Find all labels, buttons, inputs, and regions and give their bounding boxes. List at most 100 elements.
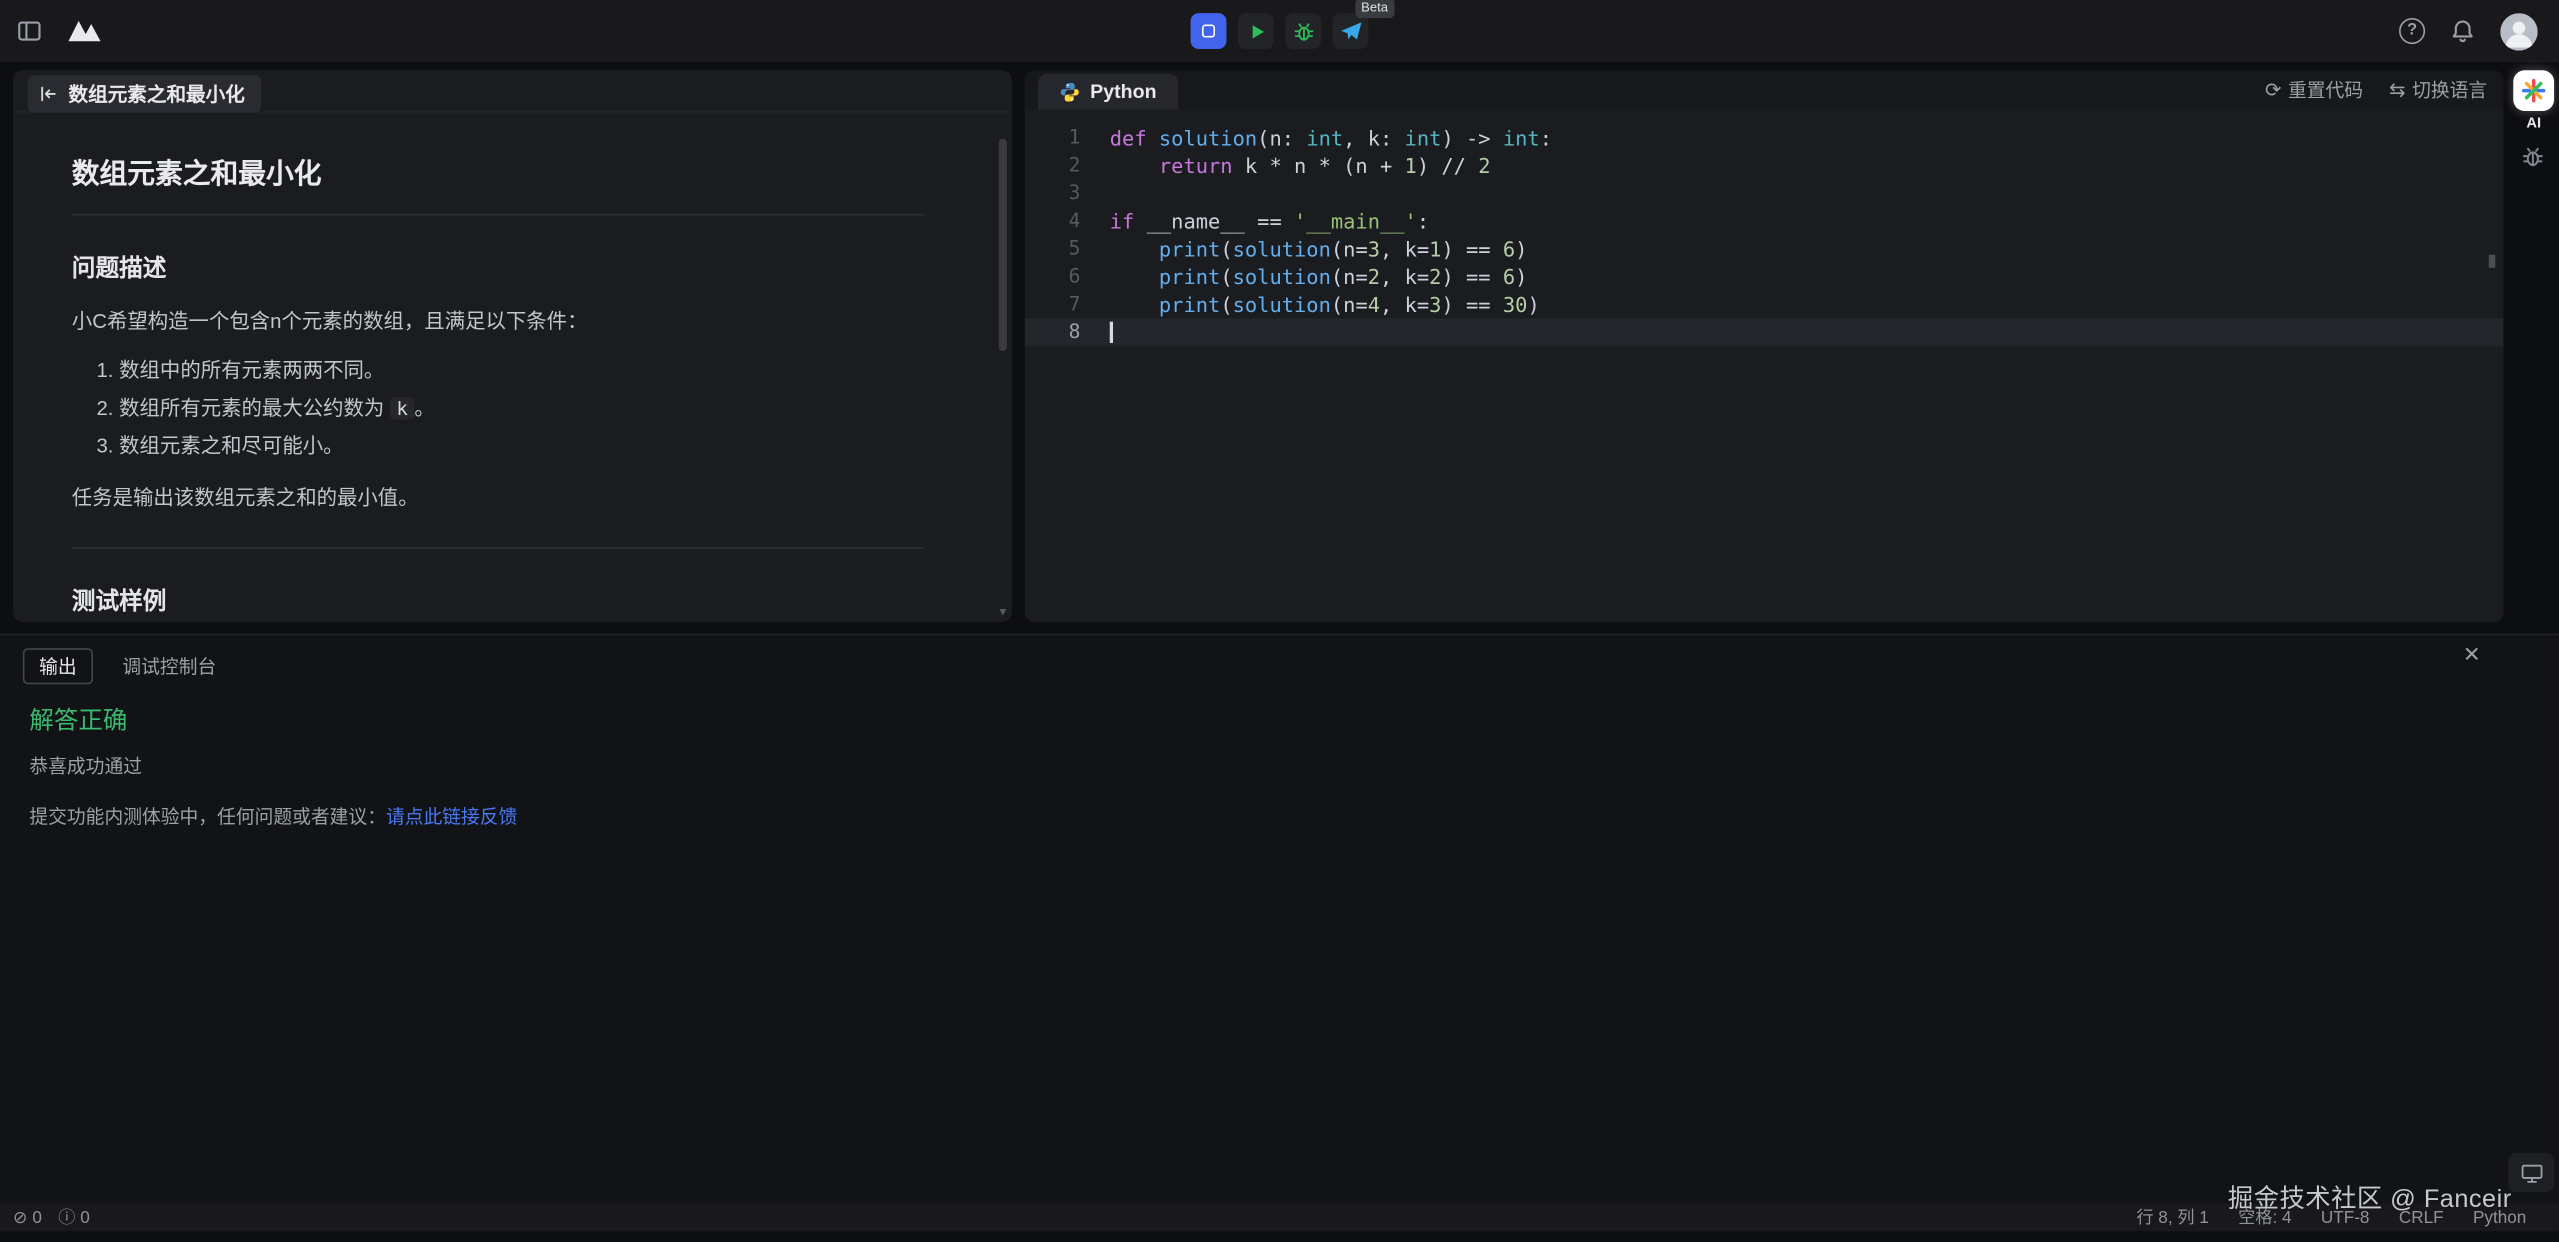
problems-errors[interactable]: ⊘ 0 xyxy=(13,1208,42,1228)
refresh-icon: ⟳ xyxy=(2265,80,2281,100)
problem-list: 数组中的所有元素两两不同。数组所有元素的最大公约数为 k。数组元素之和尽可能小。 xyxy=(72,356,924,461)
list-item: 数组所有元素的最大公约数为 k。 xyxy=(119,393,924,423)
console-panel: 输出 调试控制台 ✕ 解答正确 恭喜成功通过 提交功能内测体验中，任何问题或者建… xyxy=(0,634,2559,1204)
run-button[interactable] xyxy=(1238,13,1274,49)
ai-assistant-button[interactable]: AI xyxy=(2512,70,2556,130)
inline-code: k xyxy=(390,397,414,420)
list-item: 数组中的所有元素两两不同。 xyxy=(119,356,924,386)
monitor-icon xyxy=(2519,1160,2543,1184)
editor-panel: Python ⟳ 重置代码 ⇆ 切换语言 1def solution(n: in… xyxy=(1025,70,2504,622)
bell-icon xyxy=(2450,18,2476,44)
monitor-button[interactable] xyxy=(2508,1153,2554,1192)
code-line[interactable]: 7 print(solution(n=4, k=3) == 30) xyxy=(1025,291,2504,319)
ai-card xyxy=(2513,70,2554,111)
error-count: 0 xyxy=(32,1208,42,1228)
line-number: 7 xyxy=(1025,291,1080,319)
bug-icon xyxy=(1291,19,1315,43)
tab-debug-console[interactable]: 调试控制台 xyxy=(122,653,216,679)
switch-language-label: 切换语言 xyxy=(2412,77,2487,103)
bug-report-icon xyxy=(2520,144,2546,170)
play-icon xyxy=(1245,20,1266,41)
line-number: 8 xyxy=(1025,318,1080,346)
line-number: 6 xyxy=(1025,263,1080,291)
paper-plane-icon xyxy=(1338,19,1362,43)
section-test-samples: 测试样例 xyxy=(72,583,924,617)
code-line[interactable]: 5 print(solution(n=3, k=1) == 6) xyxy=(1025,235,2504,263)
problem-title: 数组元素之和最小化 xyxy=(72,150,924,215)
code-line[interactable]: 6 print(solution(n=2, k=2) == 6) xyxy=(1025,263,2504,291)
cursor-position[interactable]: 行 8, 列 1 xyxy=(2136,1205,2208,1229)
result-subtitle: 恭喜成功通过 xyxy=(29,753,2529,779)
python-icon xyxy=(1059,81,1080,102)
feedback-text: 提交功能内测体验中，任何问题或者建议： xyxy=(29,808,386,828)
problem-content: 数组元素之和最小化 问题描述 小C希望构造一个包含n个元素的数组，且满足以下条件… xyxy=(13,113,1012,622)
stop-button[interactable] xyxy=(1191,13,1227,49)
debug-button[interactable] xyxy=(1285,13,1321,49)
switch-language-button[interactable]: ⇆ 切换语言 xyxy=(2389,77,2487,103)
topbar-right: ? xyxy=(2399,12,2559,50)
user-icon xyxy=(2500,12,2538,50)
error-icon: ⊘ xyxy=(13,1208,27,1228)
problem-panel-header: 数组元素之和最小化 xyxy=(13,70,1012,112)
overview-ruler-mark xyxy=(2489,255,2496,268)
tab-python-label: Python xyxy=(1090,80,1156,103)
tab-output[interactable]: 输出 xyxy=(23,648,93,684)
editor-tabbar: Python ⟳ 重置代码 ⇆ 切换语言 xyxy=(1025,70,2504,109)
bug-report-button[interactable] xyxy=(2520,144,2546,178)
problem-tab[interactable]: 数组元素之和最小化 xyxy=(28,74,261,112)
code-line[interactable]: 8 xyxy=(1025,318,2504,346)
line-number: 3 xyxy=(1025,180,1080,208)
statusbar-left: ⊘ 0 ⓘ 0 xyxy=(13,1205,90,1229)
reset-code-button[interactable]: ⟳ 重置代码 xyxy=(2265,77,2363,103)
submit-wrap: Beta xyxy=(1333,13,1369,49)
code-line[interactable]: 4if __name__ == '__main__': xyxy=(1025,207,2504,235)
editor-actions: ⟳ 重置代码 ⇆ 切换语言 xyxy=(2265,77,2487,103)
info-icon: ⓘ xyxy=(58,1205,75,1229)
problem-task-text: 任务是输出该数组元素之和的最小值。 xyxy=(72,484,924,515)
tab-python[interactable]: Python xyxy=(1038,73,1178,109)
submit-button[interactable] xyxy=(1333,13,1369,49)
run-controls: Beta xyxy=(1191,13,1369,49)
topbar-left xyxy=(0,18,104,44)
sidebar-toggle-button[interactable] xyxy=(16,18,42,44)
line-number: 4 xyxy=(1025,207,1080,235)
watermark: 掘金技术社区 @ Fanceir xyxy=(2228,1179,2512,1215)
problem-tab-title: 数组元素之和最小化 xyxy=(69,79,245,107)
feedback-link[interactable]: 请点此链接反馈 xyxy=(386,808,517,828)
code-editor[interactable]: 1def solution(n: int, k: int) -> int:2 r… xyxy=(1025,109,2504,622)
result-title: 解答正确 xyxy=(29,702,2529,736)
problem-description-text: 小C希望构造一个包含n个元素的数组，且满足以下条件： xyxy=(72,307,924,338)
help-button[interactable]: ? xyxy=(2399,18,2425,44)
topbar: Beta ? xyxy=(0,0,2559,62)
sidebar-toggle-icon xyxy=(16,18,42,44)
back-arrow-icon xyxy=(38,82,59,103)
beta-badge: Beta xyxy=(1355,0,1395,18)
marscode-logo[interactable] xyxy=(67,18,105,44)
marscode-app: Beta ? 数组元素之和最小化 数组元素之和最小化 问题描述 xyxy=(0,0,2559,1242)
warning-count: 0 xyxy=(80,1208,90,1228)
code-line[interactable]: 3 xyxy=(1025,180,2504,208)
list-item: 数组元素之和尽可能小。 xyxy=(119,431,924,461)
section-problem-description: 问题描述 xyxy=(72,250,924,284)
close-console-button[interactable]: ✕ xyxy=(2463,643,2481,664)
stop-icon xyxy=(1202,24,1215,37)
text-cursor xyxy=(1110,322,1112,343)
scrollbar-thumb[interactable] xyxy=(999,139,1007,351)
code-line[interactable]: 2 return k * n * (n + 1) // 2 xyxy=(1025,152,2504,180)
statusbar: ⊘ 0 ⓘ 0 行 8, 列 1 空格: 4 UTF-8 CRLF Python xyxy=(0,1204,2559,1232)
question-icon: ? xyxy=(2407,23,2417,39)
mountain-logo-icon xyxy=(67,18,105,44)
problems-warnings[interactable]: ⓘ 0 xyxy=(58,1205,90,1229)
scroll-down-arrow[interactable]: ▼ xyxy=(997,607,1008,618)
ai-label: AI xyxy=(2512,114,2556,130)
console-tabs: 输出 调试控制台 ✕ xyxy=(0,635,2559,684)
code-line[interactable]: 1def solution(n: int, k: int) -> int: xyxy=(1025,124,2504,152)
avatar[interactable] xyxy=(2500,12,2538,50)
divider xyxy=(72,547,924,549)
console-content: 解答正确 恭喜成功通过 提交功能内测体验中，任何问题或者建议：请点此链接反馈 xyxy=(0,684,2559,829)
swap-icon: ⇆ xyxy=(2389,80,2405,100)
feedback-row: 提交功能内测体验中，任何问题或者建议：请点此链接反馈 xyxy=(29,803,2529,829)
problem-panel: 数组元素之和最小化 数组元素之和最小化 问题描述 小C希望构造一个包含n个元素的… xyxy=(13,70,1012,622)
back-button[interactable] xyxy=(38,82,59,103)
notifications-button[interactable] xyxy=(2450,18,2476,44)
